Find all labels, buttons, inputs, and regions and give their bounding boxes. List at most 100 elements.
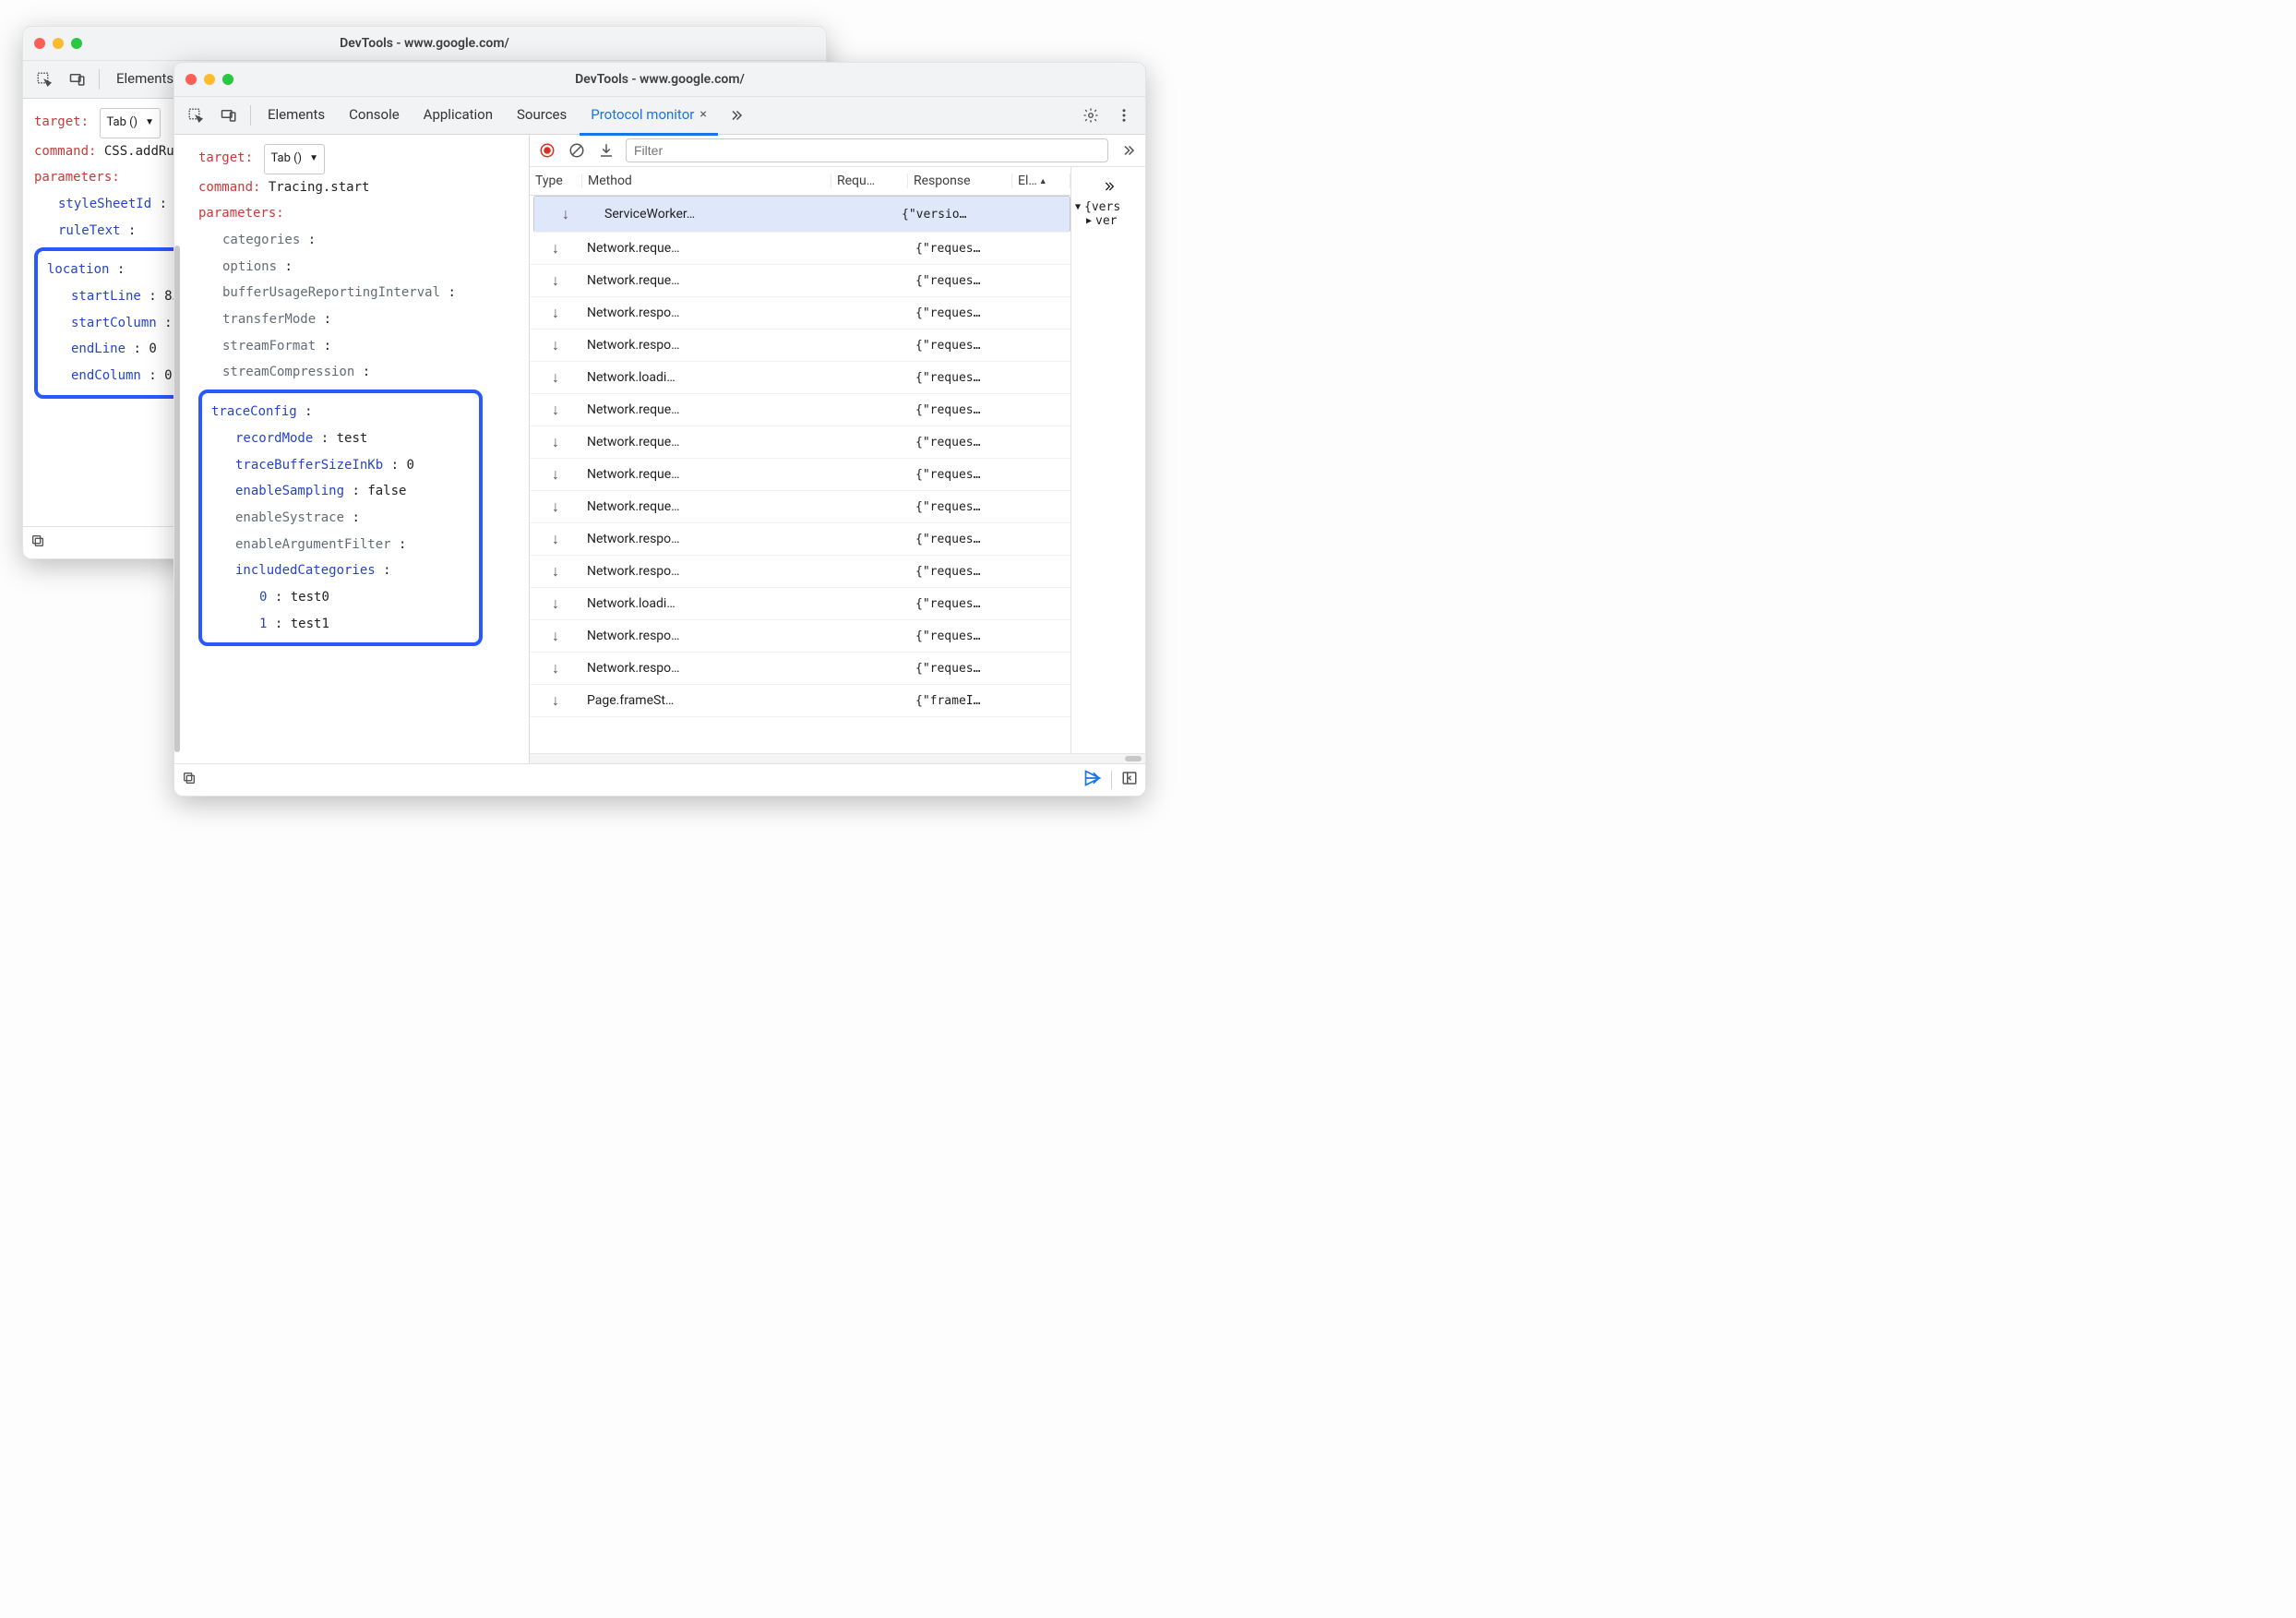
- triangle-down-icon: ▼: [1075, 202, 1081, 212]
- close-icon[interactable]: [185, 74, 197, 85]
- tab-protocol-monitor[interactable]: Protocol monitor×: [580, 96, 718, 136]
- target-select[interactable]: Tab ()▼: [100, 108, 161, 138]
- param-row[interactable]: bufferUsageReportingInterval :: [198, 280, 518, 306]
- cell-method: ServiceWorker…: [599, 207, 806, 222]
- param-row[interactable]: enableSampling : false: [211, 478, 470, 505]
- more-tabs-icon[interactable]: [720, 100, 751, 131]
- more-tabs-icon[interactable]: [1075, 173, 1142, 200]
- table-row[interactable]: ↓Network.reque…{"reques…: [530, 459, 1070, 491]
- tree-child[interactable]: ▶ver: [1075, 214, 1142, 228]
- param-row[interactable]: includedCategories :: [211, 557, 470, 584]
- cell-response: {"reques…: [910, 274, 1013, 288]
- tab-sources[interactable]: Sources: [506, 96, 578, 136]
- table-row[interactable]: ↓Network.reque…{"reques…: [530, 233, 1070, 265]
- inspect-icon[interactable]: [180, 100, 211, 131]
- param-key: 1: [259, 617, 267, 631]
- table-body[interactable]: ↓ServiceWorker…{"versio…↓Network.reque…{…: [530, 196, 1070, 753]
- device-icon[interactable]: [62, 64, 93, 95]
- scrollbar-horizontal[interactable]: [530, 753, 1145, 763]
- copy-icon[interactable]: [30, 533, 45, 552]
- table-row[interactable]: ↓Network.reque…{"reques…: [530, 265, 1070, 297]
- toggle-panel-icon[interactable]: [1121, 770, 1138, 790]
- cell-method: Network.reque…: [581, 467, 834, 482]
- param-row[interactable]: enableSystrace :: [211, 505, 470, 532]
- minimize-icon[interactable]: [53, 38, 64, 49]
- table-row[interactable]: ↓Page.frameSt…{"frameI…: [530, 685, 1070, 717]
- col-elapsed[interactable]: El…▲: [1012, 174, 1070, 188]
- scroll-thumb[interactable]: [1125, 756, 1142, 761]
- table-row[interactable]: ↓Network.respo…{"reques…: [530, 620, 1070, 653]
- table-row[interactable]: ↓Network.reque…{"reques…: [530, 426, 1070, 459]
- tree-label: {vers: [1084, 200, 1120, 214]
- filter-input[interactable]: [626, 138, 1108, 162]
- send-icon[interactable]: [1083, 769, 1102, 791]
- arrow-down-icon: ↓: [530, 594, 581, 613]
- col-request[interactable]: Requ…: [831, 174, 908, 188]
- table-row[interactable]: ↓Network.respo…{"reques…: [530, 523, 1070, 556]
- command-label: command:: [198, 180, 260, 195]
- zoom-icon[interactable]: [222, 74, 233, 85]
- kebab-icon[interactable]: [1108, 100, 1140, 131]
- param-row[interactable]: categories :: [198, 227, 518, 254]
- param-row[interactable]: 1 : test1: [211, 611, 470, 638]
- tree-label: ver: [1095, 214, 1117, 228]
- target-select[interactable]: Tab ()▼: [264, 144, 325, 174]
- tab-console[interactable]: Console: [338, 96, 411, 136]
- copy-icon[interactable]: [182, 771, 197, 789]
- cell-method: Network.loadi…: [581, 596, 834, 611]
- tab-application[interactable]: Application: [413, 96, 504, 136]
- table-row[interactable]: ↓Network.respo…{"reques…: [530, 330, 1070, 362]
- col-type[interactable]: Type: [530, 174, 582, 188]
- more-tabs-icon[interactable]: [1118, 140, 1138, 161]
- inspect-icon[interactable]: [29, 64, 60, 95]
- titlebar: DevTools - www.google.com/: [174, 63, 1145, 97]
- table-row[interactable]: ↓ServiceWorker…{"versio…: [533, 196, 1070, 233]
- cell-response: {"reques…: [910, 565, 1013, 579]
- close-tab-icon[interactable]: ×: [700, 107, 706, 122]
- col-response[interactable]: Response: [908, 174, 1012, 188]
- table-row[interactable]: ↓Network.respo…{"reques…: [530, 297, 1070, 330]
- param-row[interactable]: recordMode : test: [211, 425, 470, 452]
- table-header: Type Method Requ… Response El…▲: [530, 167, 1070, 196]
- param-row[interactable]: transferMode :: [198, 306, 518, 333]
- param-value: 0: [406, 458, 413, 473]
- scrollbar[interactable]: [174, 246, 180, 752]
- arrow-down-icon: ↓: [530, 530, 581, 548]
- param-key: traceBufferSizeInKb: [235, 458, 383, 473]
- param-key: enableSystrace: [235, 510, 344, 525]
- record-icon[interactable]: [537, 140, 557, 161]
- cell-response: {"reques…: [910, 371, 1013, 385]
- tab-elements[interactable]: Elements: [257, 96, 336, 136]
- clear-icon[interactable]: [567, 140, 587, 161]
- cell-method: Network.respo…: [581, 661, 834, 676]
- target-row: target: Tab ()▼: [198, 144, 518, 174]
- param-key: options: [222, 259, 277, 274]
- table-row[interactable]: ↓Network.reque…{"reques…: [530, 491, 1070, 523]
- param-row[interactable]: 0 : test0: [211, 584, 470, 611]
- minimize-icon[interactable]: [204, 74, 215, 85]
- param-value: false: [367, 484, 406, 498]
- table-row[interactable]: ↓Network.reque…{"reques…: [530, 394, 1070, 426]
- table-row[interactable]: ↓Network.respo…{"reques…: [530, 653, 1070, 685]
- param-row[interactable]: options :: [198, 254, 518, 281]
- device-icon[interactable]: [213, 100, 245, 131]
- param-value: 0: [149, 342, 156, 356]
- col-method[interactable]: Method: [582, 174, 831, 188]
- param-value: test0: [291, 590, 329, 605]
- param-row[interactable]: traceBufferSizeInKb : 0: [211, 452, 470, 479]
- object-key-row[interactable]: traceConfig :: [211, 399, 470, 425]
- zoom-icon[interactable]: [71, 38, 82, 49]
- table-row[interactable]: ↓Network.respo…{"reques…: [530, 556, 1070, 588]
- download-icon[interactable]: [596, 140, 616, 161]
- param-row[interactable]: streamCompression :: [198, 359, 518, 386]
- close-icon[interactable]: [34, 38, 45, 49]
- command-value: Tracing.start: [269, 180, 370, 195]
- table-row[interactable]: ↓Network.loadi…{"reques…: [530, 362, 1070, 394]
- settings-icon[interactable]: [1075, 100, 1106, 131]
- tree-root[interactable]: ▼{vers: [1075, 200, 1142, 214]
- cell-method: Network.respo…: [581, 338, 834, 353]
- window-title: DevTools - www.google.com/: [23, 36, 826, 51]
- table-row[interactable]: ↓Network.loadi…{"reques…: [530, 588, 1070, 620]
- param-row[interactable]: streamFormat :: [198, 333, 518, 360]
- param-row[interactable]: enableArgumentFilter :: [211, 532, 470, 558]
